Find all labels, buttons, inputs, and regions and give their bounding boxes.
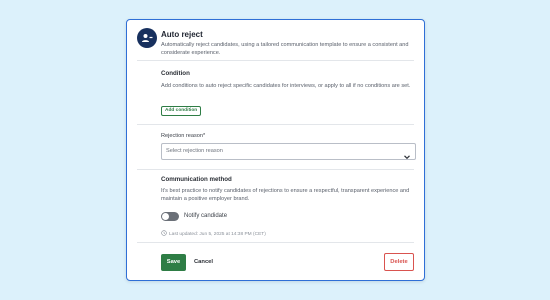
condition-help: Add conditions to auto reject specific c… [161, 83, 411, 89]
communication-label: Communication method [161, 176, 232, 183]
last-updated-text: Last updated: Jun 5, 2025 at 14:38 PM (C… [169, 231, 266, 237]
delete-button[interactable]: Delete [384, 253, 414, 271]
add-condition-button[interactable]: Add condition [161, 106, 202, 116]
rejection-reason-select[interactable]: Select rejection reason [161, 143, 416, 160]
last-updated: Last updated: Jun 5, 2025 at 14:38 PM (C… [161, 230, 266, 238]
condition-label: Condition [161, 70, 190, 77]
chevron-down-icon [403, 148, 411, 166]
save-button[interactable]: Save [161, 254, 186, 271]
communication-help: It's best practice to notify candidates … [161, 188, 410, 202]
auto-reject-card: Auto reject Automatically reject candida… [126, 19, 425, 281]
toggle-knob [162, 213, 169, 220]
divider [137, 242, 414, 243]
card-subtitle: Automatically reject candidates, using a… [161, 42, 409, 56]
divider [137, 124, 414, 125]
divider [137, 60, 414, 61]
clock-icon [161, 230, 167, 238]
divider [137, 169, 414, 170]
rejection-reason-label: Rejection reason* [161, 133, 206, 139]
reject-person-icon [137, 28, 157, 48]
notify-candidate-label: Notify candidate [184, 213, 228, 219]
rejection-reason-placeholder: Select rejection reason [166, 148, 223, 154]
notify-candidate-toggle[interactable] [161, 212, 179, 221]
card-title: Auto reject [161, 30, 203, 39]
cancel-button[interactable]: Cancel [194, 254, 213, 271]
